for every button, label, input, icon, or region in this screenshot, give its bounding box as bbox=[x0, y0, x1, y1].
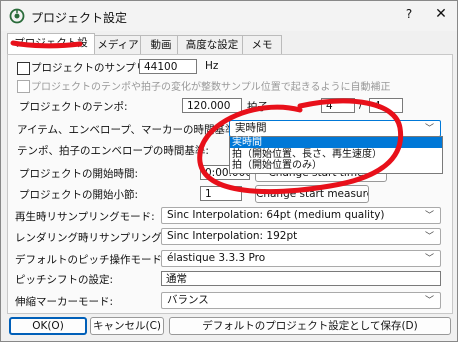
save-as-default-button[interactable]: デフォルトのプロジェクト設定として保存(D) bbox=[169, 317, 451, 335]
timebase-label: アイテム、エンベロープ、マーカーの時間基準: bbox=[17, 124, 240, 136]
cancel-button[interactable]: キャンセル(C) bbox=[90, 317, 164, 335]
tab-advanced[interactable]: 高度な設定 bbox=[177, 35, 247, 54]
tempo-input[interactable]: 120.000 bbox=[182, 98, 242, 113]
pitch-mode-value: élastique 3.3.3 Pro bbox=[167, 252, 266, 264]
playback-resample-select[interactable]: Sinc Interpolation: 64pt (medium quality… bbox=[161, 207, 441, 224]
timebase-option-realtime[interactable]: 実時間 bbox=[230, 137, 442, 148]
close-button[interactable]: ✕ bbox=[433, 6, 449, 22]
chevron-down-icon: ﹀ bbox=[424, 124, 434, 134]
sampling-rate-input[interactable]: 44100 bbox=[139, 59, 197, 74]
help-button[interactable]: ? bbox=[402, 7, 416, 21]
time-signature-label: 拍子 bbox=[247, 101, 268, 113]
sampling-unit: Hz bbox=[205, 60, 219, 72]
timebase-option-beats-position[interactable]: 拍（開始位置のみ） bbox=[230, 160, 442, 171]
stretch-marker-value: バランス bbox=[167, 294, 209, 306]
stretch-marker-select[interactable]: バランス ﹀ bbox=[161, 292, 441, 309]
start-measure-label: プロジェクトの開始小節: bbox=[19, 189, 139, 201]
playback-resample-value: Sinc Interpolation: 64pt (medium quality… bbox=[167, 209, 385, 221]
title-bar: プロジェクト設定 ? ✕ bbox=[1, 1, 457, 31]
pitch-shift-label: ピッチシフトの設定: bbox=[15, 274, 114, 286]
start-time-label: プロジェクトの開始時間: bbox=[19, 168, 139, 180]
sampling-checkbox[interactable] bbox=[17, 62, 30, 75]
tempo-label: プロジェクトのテンポ: bbox=[19, 101, 128, 113]
chevron-down-icon: ﹀ bbox=[424, 254, 434, 264]
tab-video[interactable]: 動画 bbox=[140, 35, 182, 54]
chevron-down-icon: ﹀ bbox=[424, 296, 434, 306]
chevron-down-icon: ﹀ bbox=[424, 211, 434, 221]
ok-button[interactable]: OK(O) bbox=[9, 317, 87, 335]
tab-notes[interactable]: メモ bbox=[242, 35, 282, 54]
render-resample-value: Sinc Interpolation: 192pt bbox=[167, 230, 298, 242]
timebase-select[interactable]: 実時間 ﹀ bbox=[229, 120, 441, 137]
playback-resample-label: 再生時リサンプリングモード: bbox=[15, 211, 155, 223]
envelope-timebase-label: テンポ、拍子のエンベロープの時間基準: bbox=[17, 145, 209, 157]
render-resample-select[interactable]: Sinc Interpolation: 192pt ﹀ bbox=[161, 228, 441, 245]
window-title: プロジェクト設定 bbox=[31, 11, 128, 25]
reaper-logo-icon bbox=[9, 8, 25, 24]
tab-media[interactable]: メディア bbox=[91, 35, 145, 54]
pitch-mode-select[interactable]: élastique 3.3.3 Pro ﹀ bbox=[161, 250, 441, 267]
timebase-option-beats-full[interactable]: 拍（開始位置、長さ、再生速度） bbox=[230, 149, 442, 160]
tab-project-settings[interactable]: プロジェクト設定 bbox=[7, 33, 95, 67]
time-signature-numerator[interactable]: 4 bbox=[321, 98, 355, 113]
time-signature-denominator[interactable]: 4 bbox=[369, 98, 403, 113]
timebase-dropdown-list: 実時間 拍（開始位置、長さ、再生速度） 拍（開始位置のみ） bbox=[229, 136, 443, 174]
chevron-down-icon: ﹀ bbox=[424, 232, 434, 242]
project-settings-window: プロジェクト設定 ? ✕ メディア 動画 高度な設定 メモ プロジェクト設定 プ… bbox=[0, 0, 458, 342]
sync-checkbox[interactable] bbox=[17, 80, 30, 93]
pitch-mode-label: デフォルトのピッチ操作モード: bbox=[15, 254, 166, 266]
time-signature-slash: / bbox=[359, 99, 363, 111]
start-measure-input[interactable]: 1 bbox=[200, 186, 242, 201]
sync-label: プロジェクトのテンポや拍子の変化が整数サンプル位置で起きるように自動補正 bbox=[31, 82, 391, 93]
stretch-marker-label: 伸縮マーカーモード: bbox=[15, 296, 114, 308]
change-start-measure-button[interactable]: Change start measure... bbox=[255, 185, 369, 203]
pitch-shift-input[interactable]: 通常 bbox=[161, 271, 441, 286]
timebase-value: 実時間 bbox=[235, 122, 267, 134]
